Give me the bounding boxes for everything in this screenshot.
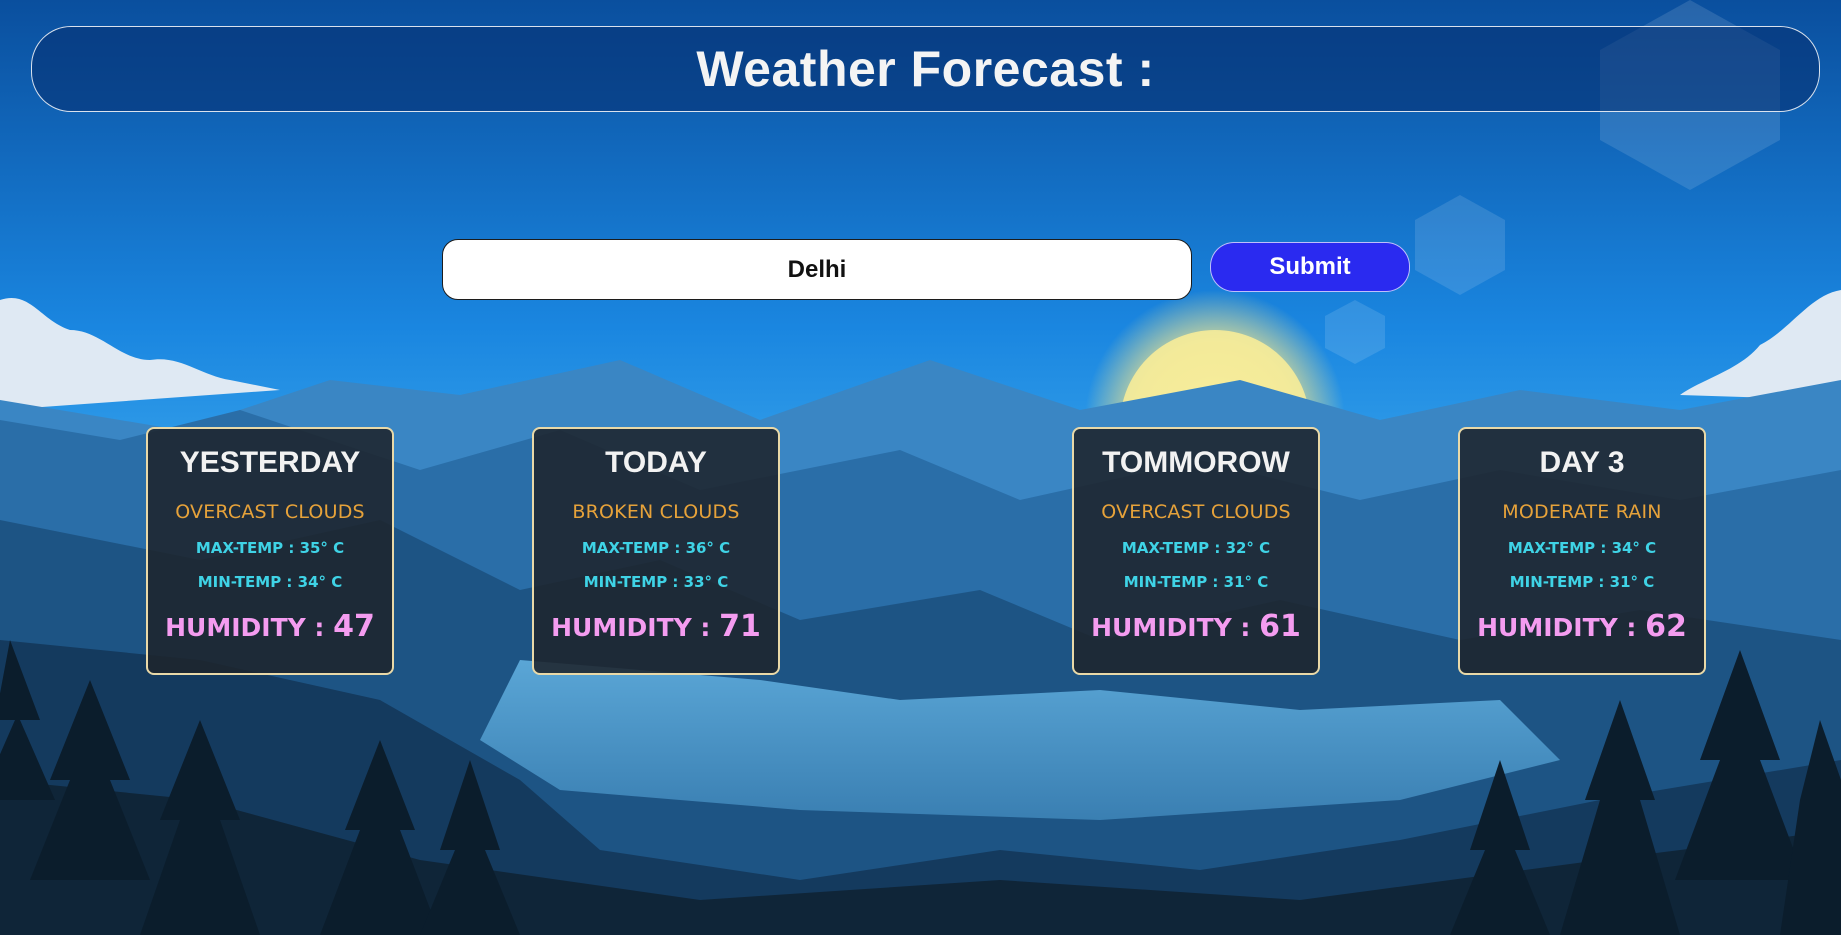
- forecast-card-day-3: DAY 3 MODERATE RAIN MAX-TEMP : 34° C MIN…: [1458, 427, 1706, 675]
- forecast-card-today: TODAY BROKEN CLOUDS MAX-TEMP : 36° C MIN…: [532, 427, 780, 675]
- humidity-value: 62: [1645, 609, 1687, 644]
- min-temp-value: 31° C: [1609, 573, 1655, 591]
- min-temp-label: MIN-TEMP :: [197, 573, 298, 591]
- max-temp-value: 34° C: [1611, 539, 1657, 557]
- humidity-value: 71: [719, 609, 761, 644]
- humidity-label: HUMIDITY :: [1477, 613, 1646, 642]
- card-max-temp: MAX-TEMP : 34° C: [1460, 537, 1704, 559]
- min-temp-value: 33° C: [683, 573, 729, 591]
- card-condition: MODERATE RAIN: [1502, 501, 1662, 523]
- city-input[interactable]: [442, 239, 1192, 300]
- max-temp-label: MAX-TEMP :: [1507, 539, 1612, 557]
- submit-button[interactable]: Submit: [1210, 242, 1410, 292]
- humidity-value: 47: [333, 609, 375, 644]
- card-day: DAY 3: [1539, 446, 1625, 479]
- card-condition: BROKEN CLOUDS: [572, 501, 740, 523]
- max-temp-value: 35° C: [299, 539, 345, 557]
- card-max-temp: MAX-TEMP : 32° C: [1074, 537, 1318, 559]
- humidity-label: HUMIDITY :: [165, 613, 334, 642]
- min-temp-value: 34° C: [297, 573, 343, 591]
- max-temp-label: MAX-TEMP :: [581, 539, 686, 557]
- max-temp-label: MAX-TEMP :: [195, 539, 300, 557]
- card-humidity: HUMIDITY : 62: [1460, 609, 1704, 645]
- card-max-temp: MAX-TEMP : 35° C: [148, 537, 392, 559]
- header-bar: Weather Forecast :: [31, 26, 1820, 112]
- min-temp-value: 31° C: [1223, 573, 1269, 591]
- card-day: TODAY: [605, 446, 707, 479]
- card-min-temp: MIN-TEMP : 33° C: [534, 571, 778, 593]
- card-humidity: HUMIDITY : 47: [148, 609, 392, 645]
- page-title: Weather Forecast :: [696, 41, 1155, 97]
- humidity-label: HUMIDITY :: [1091, 613, 1260, 642]
- card-min-temp: MIN-TEMP : 31° C: [1460, 571, 1704, 593]
- card-condition: OVERCAST CLOUDS: [175, 501, 365, 523]
- max-temp-value: 36° C: [685, 539, 731, 557]
- min-temp-label: MIN-TEMP :: [1123, 573, 1224, 591]
- card-day: YESTERDAY: [179, 446, 361, 479]
- card-max-temp: MAX-TEMP : 36° C: [534, 537, 778, 559]
- min-temp-label: MIN-TEMP :: [1509, 573, 1610, 591]
- card-humidity: HUMIDITY : 61: [1074, 609, 1318, 645]
- forecast-card-tomorrow: TOMMOROW OVERCAST CLOUDS MAX-TEMP : 32° …: [1072, 427, 1320, 675]
- card-day: TOMMOROW: [1102, 446, 1290, 479]
- min-temp-label: MIN-TEMP :: [583, 573, 684, 591]
- max-temp-value: 32° C: [1225, 539, 1271, 557]
- card-min-temp: MIN-TEMP : 34° C: [148, 571, 392, 593]
- forecast-card-yesterday: YESTERDAY OVERCAST CLOUDS MAX-TEMP : 35°…: [146, 427, 394, 675]
- card-min-temp: MIN-TEMP : 31° C: [1074, 571, 1318, 593]
- max-temp-label: MAX-TEMP :: [1121, 539, 1226, 557]
- card-condition: OVERCAST CLOUDS: [1101, 501, 1291, 523]
- card-humidity: HUMIDITY : 71: [534, 609, 778, 645]
- humidity-label: HUMIDITY :: [551, 613, 720, 642]
- humidity-value: 61: [1259, 609, 1301, 644]
